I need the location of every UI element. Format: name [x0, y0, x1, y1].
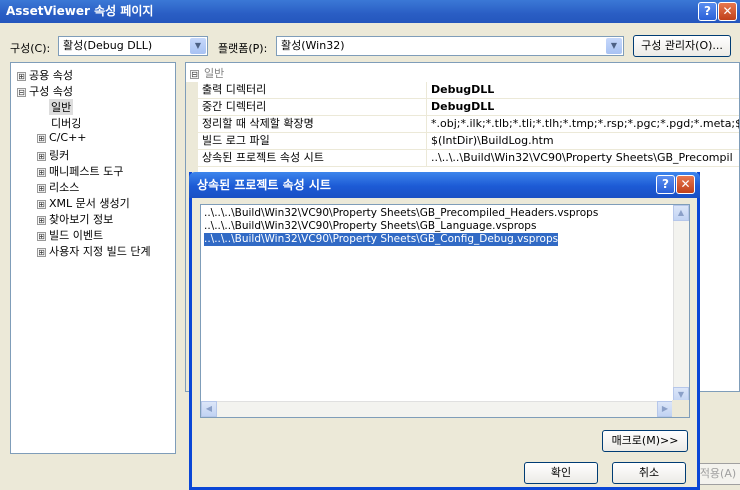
property-sheets-list[interactable]: ..\..\..\Build\Win32\VC90\Property Sheet… — [200, 204, 690, 418]
vertical-scrollbar[interactable]: ▲ ▼ — [673, 205, 689, 403]
grid-row[interactable]: 중간 디렉터리 DebugDLL — [186, 99, 739, 116]
expand-icon[interactable]: ⊞ — [17, 72, 26, 81]
property-name: 출력 디렉터리 — [202, 83, 267, 96]
inherited-sheets-dialog: 상속된 프로젝트 속성 시트 ? ✕ ..\..\..\Build\Win32\… — [189, 172, 700, 490]
platform-value: 활성(Win32) — [281, 39, 345, 52]
close-button[interactable]: ✕ — [718, 2, 737, 21]
expand-icon[interactable]: ⊞ — [37, 168, 46, 177]
property-name: 중간 디렉터리 — [202, 100, 267, 113]
tree-item-manifest[interactable]: ⊞ 매니페스트 도구 — [37, 163, 123, 179]
dialog-help-button[interactable]: ? — [656, 175, 675, 194]
tree-item-custom-build[interactable]: ⊞ 사용자 지정 빌드 단계 — [37, 243, 151, 259]
chevron-down-icon: ▼ — [606, 38, 622, 54]
tree-item-config[interactable]: ⊟ 구성 속성 — [17, 83, 73, 99]
list-item[interactable]: ..\..\..\Build\Win32\VC90\Property Sheet… — [204, 207, 598, 220]
window-titlebar: AssetViewer 속성 페이지 — [0, 0, 740, 23]
list-item[interactable]: ..\..\..\Build\Win32\VC90\Property Sheet… — [204, 220, 536, 233]
tree-item-resources[interactable]: ⊞ 리소스 — [37, 179, 79, 195]
cancel-button[interactable]: 취소 — [612, 462, 686, 484]
property-value[interactable]: $(IntDir)\BuildLog.htm — [426, 133, 739, 149]
property-value[interactable]: DebugDLL — [426, 82, 739, 98]
tree-item-cpp[interactable]: ⊞ C/C++ — [37, 131, 87, 144]
property-tree[interactable]: ⊞ 공용 속성 ⊟ 구성 속성 일반 디버깅 ⊞ C/C++ ⊞ 링커 ⊞ 매니페스트 도… — [10, 62, 176, 454]
config-label: 구성(C): — [10, 42, 51, 55]
tree-item-common[interactable]: ⊞ 공용 속성 — [17, 67, 73, 83]
grid-row[interactable]: 상속된 프로젝트 속성 시트 ..\..\..\Build\Win32\VC90\… — [186, 150, 739, 167]
dialog-close-button[interactable]: ✕ — [676, 175, 695, 194]
dialog-title: 상속된 프로젝트 속성 시트 — [197, 178, 331, 192]
scroll-up-icon[interactable]: ▲ — [673, 205, 689, 221]
grid-row[interactable]: 정리할 때 삭제할 확장명 *.obj;*.ilk;*.tlb;*.tli;*.t… — [186, 116, 739, 133]
property-name: 빌드 로그 파일 — [202, 134, 270, 147]
tree-item-build-events[interactable]: ⊞ 빌드 이벤트 — [37, 227, 103, 243]
scroll-left-icon[interactable]: ◀ — [201, 401, 217, 417]
expand-icon[interactable]: ⊞ — [37, 152, 46, 161]
grid-row[interactable]: 빌드 로그 파일 $(IntDir)\BuildLog.htm — [186, 133, 739, 150]
config-select[interactable]: 활성(Debug DLL) ▼ — [58, 36, 208, 56]
tree-item-xml-doc[interactable]: ⊞ XML 문서 생성기 — [37, 195, 130, 211]
expand-icon[interactable]: ⊞ — [37, 232, 46, 241]
grid-row[interactable]: 출력 디렉터리 DebugDLL — [186, 82, 739, 99]
property-value[interactable]: *.obj;*.ilk;*.tlb;*.tli;*.tlh;*.tmp;*.rs… — [426, 116, 739, 132]
help-button[interactable]: ? — [698, 2, 717, 21]
platform-label: 플랫폼(P): — [218, 42, 268, 55]
ok-button[interactable]: 확인 — [524, 462, 598, 484]
property-name: 정리할 때 삭제할 확장명 — [202, 117, 314, 130]
window-title: AssetViewer 속성 페이지 — [6, 4, 154, 18]
config-value: 활성(Debug DLL) — [63, 39, 153, 52]
tree-item-browse-info[interactable]: ⊞ 찾아보기 정보 — [37, 211, 113, 227]
expand-icon[interactable]: ⊞ — [37, 200, 46, 209]
tree-item-debugging[interactable]: 디버깅 — [51, 115, 81, 131]
scroll-corner — [672, 400, 689, 417]
config-manager-button[interactable]: 구성 관리자(O)... — [633, 35, 731, 57]
dialog-titlebar: 상속된 프로젝트 속성 시트 — [189, 172, 700, 198]
list-item-selected[interactable]: ..\..\..\Build\Win32\VC90\Property Sheet… — [204, 233, 559, 246]
expand-icon[interactable]: ⊞ — [37, 248, 46, 257]
collapse-icon[interactable]: ⊟ — [17, 88, 26, 97]
scroll-right-icon[interactable]: ▶ — [657, 401, 673, 417]
tree-item-general[interactable]: 일반 — [49, 99, 74, 115]
property-value[interactable]: DebugDLL — [426, 99, 739, 115]
expand-icon[interactable]: ⊞ — [37, 216, 46, 225]
collapse-icon[interactable]: ⊟ — [190, 70, 199, 79]
expand-icon[interactable]: ⊞ — [37, 184, 46, 193]
tree-item-linker[interactable]: ⊞ 링커 — [37, 147, 69, 163]
platform-select[interactable]: 활성(Win32) ▼ — [276, 36, 624, 56]
grid-category[interactable]: ⊟ 일반 — [186, 65, 739, 82]
property-name: 상속된 프로젝트 속성 시트 — [202, 151, 324, 164]
horizontal-scrollbar[interactable]: ◀ ▶ — [201, 401, 673, 417]
property-value[interactable]: ..\..\..\Build\Win32\VC90\Property Sheet… — [426, 150, 739, 166]
expand-icon[interactable]: ⊞ — [37, 134, 46, 143]
macro-button[interactable]: 매크로(M)>> — [602, 430, 688, 452]
chevron-down-icon: ▼ — [190, 38, 206, 54]
